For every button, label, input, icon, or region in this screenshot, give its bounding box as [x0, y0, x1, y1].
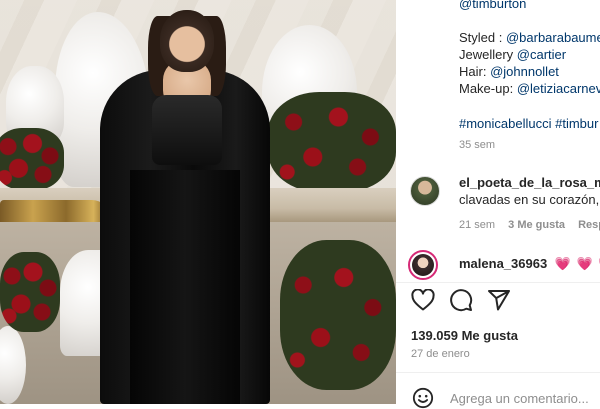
comment-text: 💗 💗 💗: [554, 256, 600, 271]
caption-hashtags[interactable]: #monicabellucci #timbur: [459, 116, 598, 131]
post-photo[interactable]: [0, 0, 396, 404]
comment-username[interactable]: malena_36963: [459, 256, 547, 271]
caption-jewellery-label: Jewellery: [459, 47, 517, 62]
figure-head: [160, 10, 214, 72]
heart-icon[interactable]: [411, 289, 435, 311]
caption-hashtags-line: #monicabellucci #timbur: [459, 116, 598, 131]
share-icon[interactable]: [487, 288, 511, 312]
roses-lower-left: [0, 252, 60, 332]
caption-styled-line: Styled : @barbarabaume: [459, 30, 600, 45]
roses-lower-right: [280, 240, 396, 390]
comment-age: 21 sem: [459, 219, 496, 231]
post-caption: @timburton: [459, 0, 526, 13]
comment-input[interactable]: [450, 389, 600, 407]
caption-makeup-label: Make-up:: [459, 81, 517, 96]
comment-likes-button[interactable]: 3 Me gusta: [508, 219, 565, 231]
avatar[interactable]: [408, 250, 438, 280]
caption-age: 35 sem: [459, 139, 496, 151]
avatar-image: [412, 254, 434, 276]
caption-styled-label: Styled :: [459, 30, 506, 45]
post-date: 27 de enero: [411, 348, 470, 360]
comment-composer: [396, 372, 600, 409]
mention-jeweller[interactable]: @cartier: [517, 47, 566, 62]
comment-reply-button[interactable]: Resp: [578, 219, 600, 231]
roses-left: [0, 128, 64, 190]
comment-1-meta: 21 sem 3 Me gusta Resp: [459, 219, 600, 231]
figure-bodice: [152, 95, 222, 165]
comment-2: malena_36963 💗 💗 💗: [459, 256, 600, 272]
post-actions-divider: [396, 282, 600, 283]
mention-stylist[interactable]: @barbarabaume: [506, 30, 600, 45]
caption-jewellery-line: Jewellery @cartier: [459, 47, 566, 62]
comment-1-text: clavadas en su corazón,: [459, 192, 600, 207]
mention-hair[interactable]: @johnnollet: [490, 64, 559, 79]
caption-hair-line: Hair: @johnnollet: [459, 64, 559, 79]
caption-makeup-line: Make-up: @letiziacarnev: [459, 81, 600, 96]
mention-makeup[interactable]: @letiziacarnev: [517, 81, 600, 96]
comment-icon[interactable]: [449, 288, 473, 312]
roses-right: [268, 92, 396, 192]
emoji-icon[interactable]: [412, 387, 434, 409]
comment-1-username: el_poeta_de_la_rosa_mu: [459, 175, 600, 190]
avatar[interactable]: [410, 176, 440, 206]
mention-timburton[interactable]: @timburton: [459, 0, 526, 11]
comment-username[interactable]: el_poeta_de_la_rosa_mu: [459, 175, 600, 190]
caption-hair-label: Hair:: [459, 64, 491, 79]
figure-trousers: [130, 170, 240, 404]
likes-count[interactable]: 139.059 Me gusta: [411, 328, 518, 343]
